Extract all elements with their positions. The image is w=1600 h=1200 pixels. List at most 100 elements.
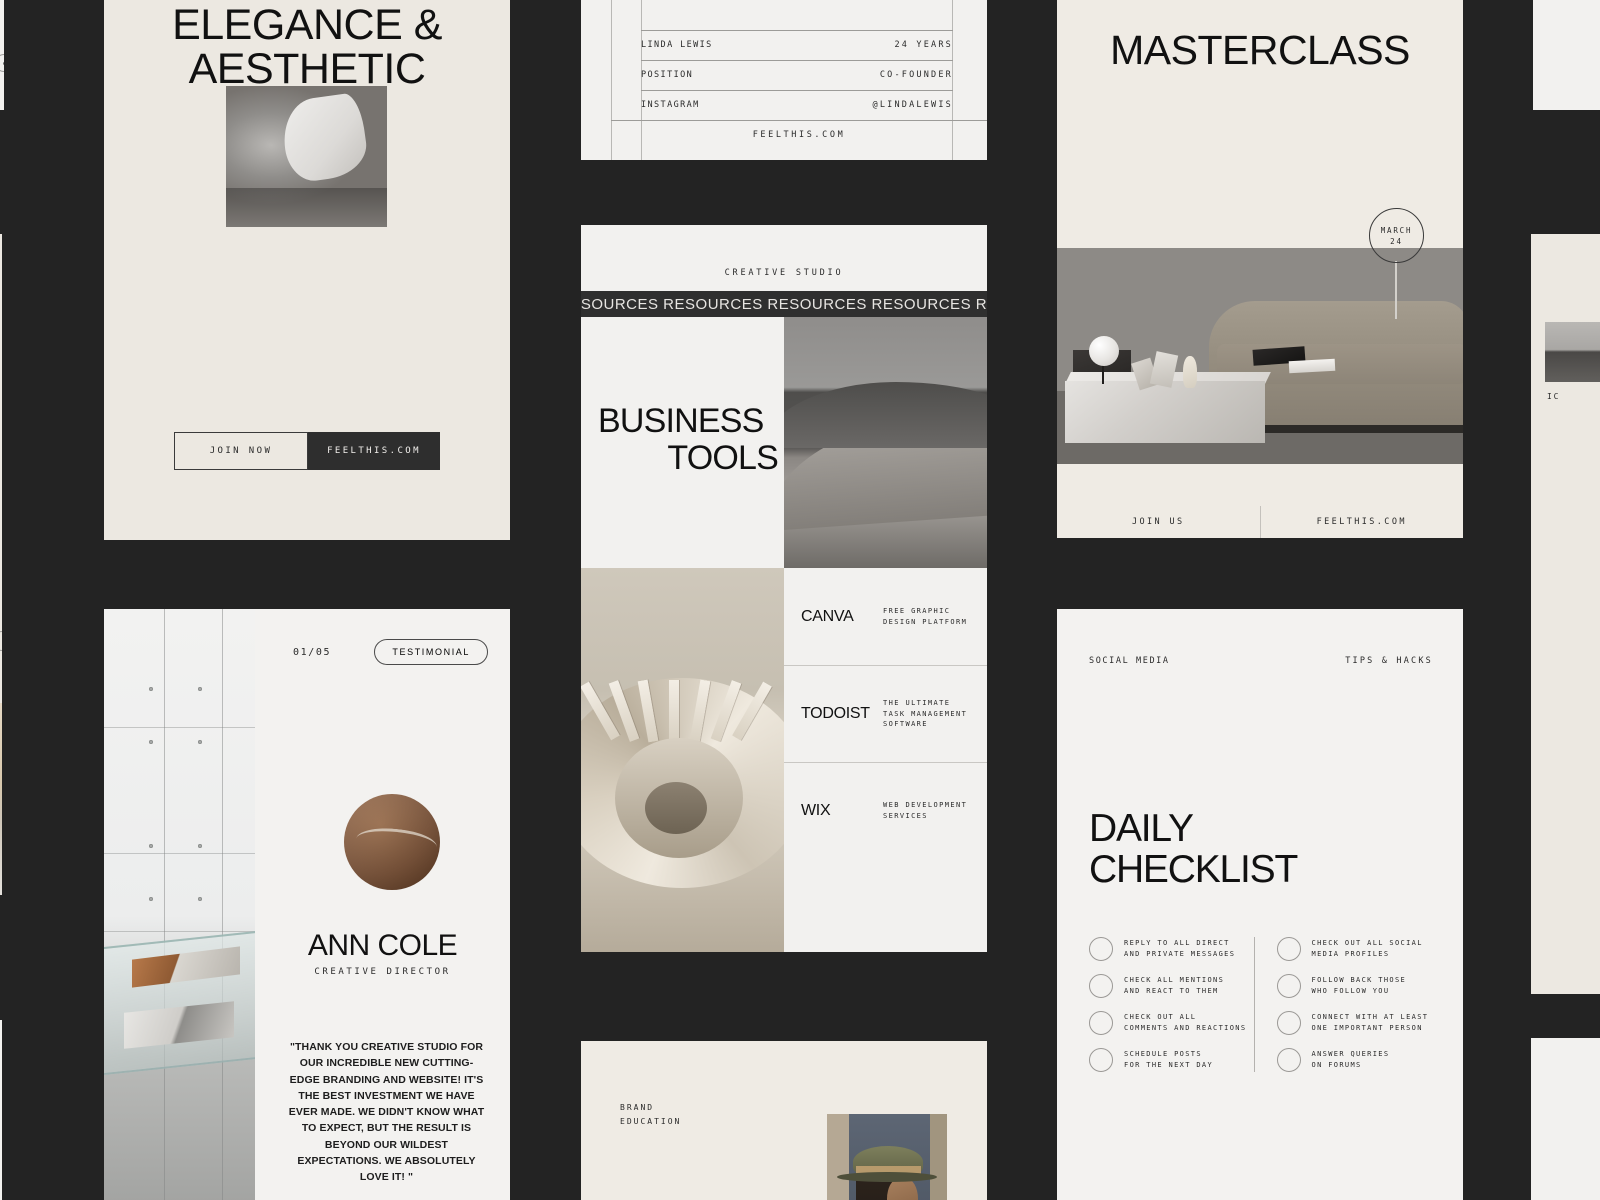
wall-right-shape xyxy=(930,1114,947,1200)
anchor-dot xyxy=(149,844,153,848)
tools-list: CANVA FREE GRAPHIC DESIGN PLATFORM TODOI… xyxy=(784,568,987,952)
checklist-item[interactable]: CONNECT WITH AT LEAST ONE IMPORTANT PERS… xyxy=(1276,1011,1442,1035)
checkbox-circle-icon[interactable] xyxy=(1089,937,1113,961)
wall-left-shape xyxy=(827,1114,849,1200)
elegance-title: ELEGANCE & AESTHETIC xyxy=(104,3,510,92)
card-brand-education[interactable]: BRAND EDUCATION xyxy=(581,1041,987,1200)
card-masterclass[interactable]: MASTERCLASS MARCH 24 JOIN US FEELTHIS.CO… xyxy=(1057,0,1463,538)
masterclass-footer-bar: JOIN US FEELTHIS.COM xyxy=(1057,506,1463,538)
stair-step xyxy=(689,679,711,743)
elegance-hero-image xyxy=(226,86,387,227)
spiral-core-shape xyxy=(645,782,707,834)
table-row[interactable]: INSTAGRAM @LINDALEWIS xyxy=(641,90,953,120)
vase-shape xyxy=(1183,356,1197,388)
checkbox-circle-icon[interactable] xyxy=(1089,1011,1113,1035)
edge-card-top-left xyxy=(0,0,4,110)
row-key: POSITION xyxy=(641,70,694,80)
row-value: @LINDALEWIS xyxy=(872,100,953,110)
date-stamp-badge: MARCH 24 xyxy=(1369,208,1424,263)
testimonial-badge[interactable]: TESTIMONIAL xyxy=(374,639,488,665)
row-key: LINDA LEWIS xyxy=(641,40,713,50)
tools-title-line2: TOOLS xyxy=(667,438,778,477)
person-role: CREATIVE DIRECTOR xyxy=(314,967,451,977)
checkbox-circle-icon[interactable] xyxy=(1089,974,1113,998)
card-elegance-aesthetic[interactable]: ELEGANCE & AESTHETIC JOIN NOW FEELTHIS.C… xyxy=(104,0,510,540)
tool-description: WEB DEVELOPMENT SERVICES xyxy=(883,801,968,820)
panel-seam xyxy=(104,931,255,932)
card-business-tools[interactable]: CREATIVE STUDIO RESOURCES RESOURCES RESO… xyxy=(581,225,987,952)
checkbox-circle-icon[interactable] xyxy=(1276,974,1301,998)
panel-seam xyxy=(164,609,165,1200)
checklist-title-line2: CHECKLIST xyxy=(1089,847,1298,891)
marble-table-shape xyxy=(1065,381,1265,443)
stamp-day: 24 xyxy=(1390,236,1403,246)
marquee-text: RESOURCES RESOURCES RESOURCES RESOURCES … xyxy=(581,295,987,313)
checklist-item-label: SCHEDULE POSTS FOR THE NEXT DAY xyxy=(1124,1049,1214,1069)
checklist-item[interactable]: FOLLOW BACK THOSE WHO FOLLOW YOU xyxy=(1276,974,1442,998)
checklist-item[interactable]: CHECK ALL MENTIONS AND REACT TO THEM xyxy=(1089,974,1254,998)
tools-title: BUSINESS TOOLS xyxy=(598,402,779,477)
card-profile-table[interactable]: LINDA LEWIS 24 YEARS POSITION CO-FOUNDER… xyxy=(581,0,987,160)
checklist-item-label: ANSWER QUERIES ON FORUMS xyxy=(1311,1049,1390,1069)
checkbox-circle-icon[interactable] xyxy=(1089,1048,1113,1072)
tool-row[interactable]: WIX WEB DEVELOPMENT SERVICES xyxy=(784,762,987,859)
checklist-item[interactable]: SCHEDULE POSTS FOR THE NEXT DAY xyxy=(1089,1048,1254,1072)
join-now-button[interactable]: JOIN NOW xyxy=(174,432,308,470)
anchor-dot xyxy=(149,740,153,744)
tool-row[interactable]: TODOIST THE ULTIMATE TASK MANAGEMENT SOF… xyxy=(784,665,987,762)
card-testimonial[interactable]: 01/05 TESTIMONIAL ANN COLE CREATIVE DIRE… xyxy=(104,609,510,1200)
testimonial-content: 01/05 TESTIMONIAL ANN COLE CREATIVE DIRE… xyxy=(255,609,510,1200)
tools-staircase-image xyxy=(581,568,784,952)
anchor-dot xyxy=(149,897,153,901)
anchor-dot xyxy=(198,740,202,744)
join-us-button[interactable]: JOIN US xyxy=(1057,506,1260,538)
stamp-pin-line xyxy=(1395,261,1397,319)
edge-card-bottom-left-2 xyxy=(0,1020,2,1200)
masterclass-hero-image xyxy=(1057,248,1463,464)
edge-card-mid-right: IC xyxy=(1531,234,1600,994)
checklist-columns: REPLY TO ALL DIRECT AND PRIVATE MESSAGES… xyxy=(1089,937,1441,1072)
table-row[interactable]: LINDA LEWIS 24 YEARS xyxy=(641,30,953,60)
tool-row[interactable]: CANVA FREE GRAPHIC DESIGN PLATFORM xyxy=(784,568,987,665)
testimonial-quote: "THANK YOU CREATIVE STUDIO FOR OUR INCRE… xyxy=(288,1041,485,1184)
checklist-item[interactable]: CHECK OUT ALL COMMENTS AND REACTIONS xyxy=(1089,1011,1254,1035)
stamp-month: MARCH xyxy=(1380,225,1413,235)
edge-mid-right-caption: IC xyxy=(1547,392,1561,401)
tools-title-block: BUSINESS TOOLS xyxy=(581,317,784,568)
card-daily-checklist[interactable]: SOCIAL MEDIA TIPS & HACKS DAILY CHECKLIS… xyxy=(1057,609,1463,1200)
edge-card-bottom-right xyxy=(1531,1038,1600,1200)
anchor-dot xyxy=(198,844,202,848)
checklist-item[interactable]: REPLY TO ALL DIRECT AND PRIVATE MESSAGES xyxy=(1089,937,1254,961)
canvas: N IC ELEGANCE & AESTHETIC JOIN NOW FEELT… xyxy=(0,0,1600,1200)
brand-education-label: BRAND EDUCATION xyxy=(620,1103,682,1127)
checklist-title: DAILY CHECKLIST xyxy=(1089,807,1298,891)
anchor-dot xyxy=(198,687,202,691)
edge-card-top-right xyxy=(1533,0,1600,110)
tools-title-line1: BUSINESS xyxy=(598,402,764,440)
checklist-item[interactable]: ANSWER QUERIES ON FORUMS xyxy=(1276,1048,1442,1072)
profile-footer-link[interactable]: FEELTHIS.COM xyxy=(611,120,987,150)
edge-thumbnail-image xyxy=(1545,322,1600,382)
tools-eyebrow: CREATIVE STUDIO xyxy=(724,268,844,278)
website-button[interactable]: FEELTHIS.COM xyxy=(308,432,440,470)
row-value: 24 YEARS xyxy=(894,40,953,50)
checkbox-circle-icon[interactable] xyxy=(1276,1048,1301,1072)
testimonial-side-image xyxy=(104,609,255,1200)
tool-description: THE ULTIMATE TASK MANAGEMENT SOFTWARE xyxy=(883,698,968,729)
checklist-title-line1: DAILY xyxy=(1089,807,1194,850)
checklist-header: SOCIAL MEDIA TIPS & HACKS xyxy=(1089,656,1433,666)
stair-step xyxy=(669,680,679,742)
tool-name: TODOIST xyxy=(801,705,870,722)
panel-seam xyxy=(104,853,255,854)
circle-outline-icon xyxy=(0,631,2,651)
tool-name: WIX xyxy=(801,802,831,819)
checkbox-circle-icon[interactable] xyxy=(1276,1011,1301,1035)
checklist-item-label: CHECK ALL MENTIONS AND REACT TO THEM xyxy=(1124,975,1225,995)
tools-grid: BUSINESS TOOLS CANVA FREE GRAPHIC DESIGN… xyxy=(581,317,987,952)
stair-step xyxy=(637,679,659,743)
checkbox-circle-icon[interactable] xyxy=(1276,937,1301,961)
website-link[interactable]: FEELTHIS.COM xyxy=(1259,506,1464,538)
checklist-item[interactable]: CHECK OUT ALL SOCIAL MEDIA PROFILES xyxy=(1276,937,1442,961)
table-row[interactable]: POSITION CO-FOUNDER xyxy=(641,60,953,90)
checklist-column-left: REPLY TO ALL DIRECT AND PRIVATE MESSAGES… xyxy=(1089,937,1254,1072)
